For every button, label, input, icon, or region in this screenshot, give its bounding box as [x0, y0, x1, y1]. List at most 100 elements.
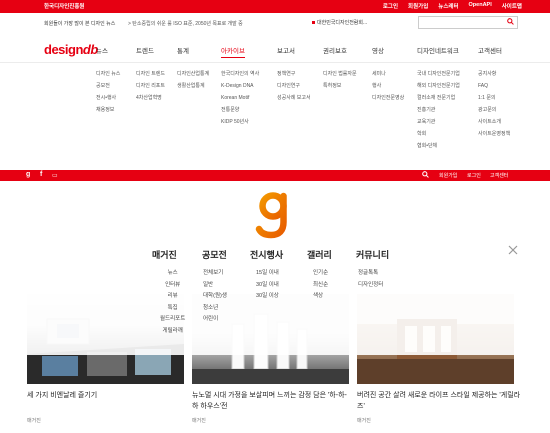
nav-item-support[interactable]: 고객센터 [478, 45, 502, 55]
submenu-item[interactable]: 특집 [160, 303, 185, 315]
article-title-3[interactable]: 버려진 공간 살려 새로운 라이프 스타일 제공하는 '게릴라즈' [357, 390, 527, 412]
dropdown-col-report: 정책연구 디자인연구 성공사례 보고서 [277, 68, 311, 104]
menu-item[interactable]: 생활산업통계 [177, 80, 209, 92]
nav-item-network[interactable]: 디자인네트워크 [417, 45, 459, 55]
nav-item-video[interactable]: 영상 [372, 45, 384, 55]
menu-item[interactable]: 정책연구 [277, 68, 311, 80]
category-exhibition[interactable]: 전시행사 [250, 248, 283, 261]
org-name[interactable]: 한국디자인진흥원 [44, 2, 84, 10]
menu-item[interactable]: 학회 [417, 128, 460, 140]
menu-item[interactable]: 디자인 뉴스 [96, 68, 120, 80]
menu-item[interactable]: 행사 [372, 80, 404, 92]
submenu-item[interactable]: 청소년 [203, 303, 227, 315]
search-icon[interactable] [507, 18, 514, 27]
menu-item[interactable]: 해외 디자인전문기업 [417, 80, 460, 92]
support-link[interactable]: 고객센터 [490, 172, 508, 179]
newsletter-link[interactable]: 뉴스레터 [438, 2, 458, 10]
menu-item[interactable]: 채용정보 [96, 104, 120, 116]
menu-item[interactable]: 사이트소개 [478, 116, 510, 128]
menu-item[interactable]: 디자인산업통계 [177, 68, 209, 80]
subcategory-list-exhibition: 15일 이내 30일 이내 30일 이상 [256, 268, 279, 303]
menu-item[interactable]: 디자인 트렌드 [136, 68, 165, 80]
submenu-item[interactable]: 일반 [203, 280, 227, 292]
article-title-2[interactable]: 뉴노멀 시대 가정을 보살피며 느끼는 감정 담은 '하-하-하 하우스'전 [192, 390, 349, 412]
menu-item[interactable]: FAQ [478, 80, 510, 92]
submenu-item[interactable]: 리뷰 [160, 291, 185, 303]
dropdown-col-archive: 한국디자인의 역사 K-Design DNA Korean Motif 전통문양… [221, 68, 259, 128]
menu-item[interactable]: 광고문의 [478, 104, 510, 116]
login-link[interactable]: 로그인 [383, 2, 398, 10]
openapi-link[interactable]: OpenAPI [469, 2, 492, 10]
submenu-item[interactable]: 게릴라깨 [160, 326, 185, 338]
menu-item[interactable]: 공지사항 [478, 68, 510, 80]
sitemap-link[interactable]: 사이트맵 [502, 2, 522, 10]
submenu-item[interactable]: 30일 이상 [256, 291, 279, 303]
designdb-g-icon[interactable]: g [26, 171, 30, 178]
menu-item[interactable]: 전통문양 [221, 104, 259, 116]
site-logo[interactable]: designdb [44, 42, 98, 57]
article-title-1[interactable]: 세 가지 비엔날레 즐기기 [27, 390, 184, 401]
dropdown-col-news: 디자인 뉴스 공모전 전시•행사 채용정보 [96, 68, 120, 116]
notice-right-item[interactable]: 대한민국디자인전람회... [312, 19, 367, 26]
submenu-item[interactable]: 인터뷰 [160, 280, 185, 292]
submenu-item[interactable]: 인기순 [313, 268, 328, 280]
menu-item[interactable]: 공모전 [96, 80, 120, 92]
submenu-item[interactable]: 정글톡톡 [358, 268, 383, 280]
dropdown-col-video: 세미나 행사 디자인전문영상 [372, 68, 404, 104]
subcategory-list-contest: 전체보기 일반 대학(원)생 청소년 어린이 [203, 268, 227, 326]
menu-item[interactable]: 컬러소재 전문기업 [417, 92, 460, 104]
submenu-item[interactable]: 대학(원)생 [203, 291, 227, 303]
facebook-icon[interactable]: f [40, 171, 42, 178]
submenu-item[interactable]: 디자인정터 [358, 280, 383, 292]
notice-item[interactable]: > 탄소중립의 쉬운 룰 ISO 표준, 2050년 목표로 개발 중 [128, 20, 243, 27]
login-link[interactable]: 로그인 [467, 172, 481, 179]
menu-item[interactable]: 특허정보 [323, 80, 357, 92]
category-gallery[interactable]: 갤러리 [307, 248, 332, 261]
top-utility-bar: 한국디자인진흥원 로그인 회원가입 뉴스레터 OpenAPI 사이트맵 [0, 0, 550, 13]
category-magazine[interactable]: 매거진 [152, 248, 177, 261]
menu-item[interactable]: 진흥기관 [417, 104, 460, 116]
menu-item[interactable]: 디자인연구 [277, 80, 311, 92]
menu-item[interactable]: 성공사례 보고서 [277, 92, 311, 104]
menu-item[interactable]: 디자인 리포트 [136, 80, 165, 92]
category-contest[interactable]: 공모전 [202, 248, 227, 261]
youtube-icon[interactable]: ▭ [52, 172, 58, 179]
nav-item-trend[interactable]: 트렌드 [136, 45, 154, 55]
submenu-item[interactable]: 30일 이내 [256, 280, 279, 292]
nav-item-archive[interactable]: 아카이브 [221, 45, 245, 58]
nav-item-stats[interactable]: 통계 [177, 45, 189, 55]
menu-item[interactable]: 4차산업혁명 [136, 92, 165, 104]
menu-item[interactable]: 한국디자인의 역사 [221, 68, 259, 80]
menu-item[interactable]: 1:1 문의 [478, 92, 510, 104]
menu-item[interactable]: 협회•단체 [417, 140, 460, 152]
submenu-item[interactable]: 뉴스 [160, 268, 185, 280]
menu-item[interactable]: K-Design DNA [221, 80, 259, 92]
category-community[interactable]: 커뮤니티 [356, 248, 389, 261]
submenu-item[interactable]: 월드리포트 [160, 314, 185, 326]
menu-item[interactable]: 디자인 법률자문 [323, 68, 357, 80]
dropdown-col-trend: 디자인 트렌드 디자인 리포트 4차산업혁명 [136, 68, 165, 104]
signup-link[interactable]: 회원가입 [439, 172, 457, 179]
close-icon[interactable] [507, 243, 519, 255]
submenu-item[interactable]: 최신순 [313, 280, 328, 292]
nav-item-news[interactable]: 뉴스 [96, 45, 108, 55]
nav-item-rights[interactable]: 권리보호 [323, 45, 347, 55]
submenu-item[interactable]: 전체보기 [203, 268, 227, 280]
nav-item-report[interactable]: 보고서 [277, 45, 295, 55]
signup-link[interactable]: 회원가입 [408, 2, 428, 10]
submenu-item[interactable]: 어린이 [203, 314, 227, 326]
menu-item[interactable]: 전시•행사 [96, 92, 120, 104]
menu-item[interactable]: 국내 디자인전문기업 [417, 68, 460, 80]
menu-item[interactable]: 교육기관 [417, 116, 460, 128]
dropdown-col-support: 공지사항 FAQ 1:1 문의 광고문의 사이트소개 사이트운영정책 [478, 68, 510, 140]
menu-item[interactable]: KIDP 50년사 [221, 116, 259, 128]
submenu-item[interactable]: 15일 이내 [256, 268, 279, 280]
search-input[interactable] [418, 16, 518, 29]
menu-item[interactable]: 세미나 [372, 68, 404, 80]
dropdown-col-rights: 디자인 법률자문 특허정보 [323, 68, 357, 92]
menu-item[interactable]: 디자인전문영상 [372, 92, 404, 104]
menu-item[interactable]: 사이트운영정책 [478, 128, 510, 140]
search-icon[interactable] [422, 171, 429, 180]
submenu-item[interactable]: 색상 [313, 291, 328, 303]
menu-item[interactable]: Korean Motif [221, 92, 259, 104]
